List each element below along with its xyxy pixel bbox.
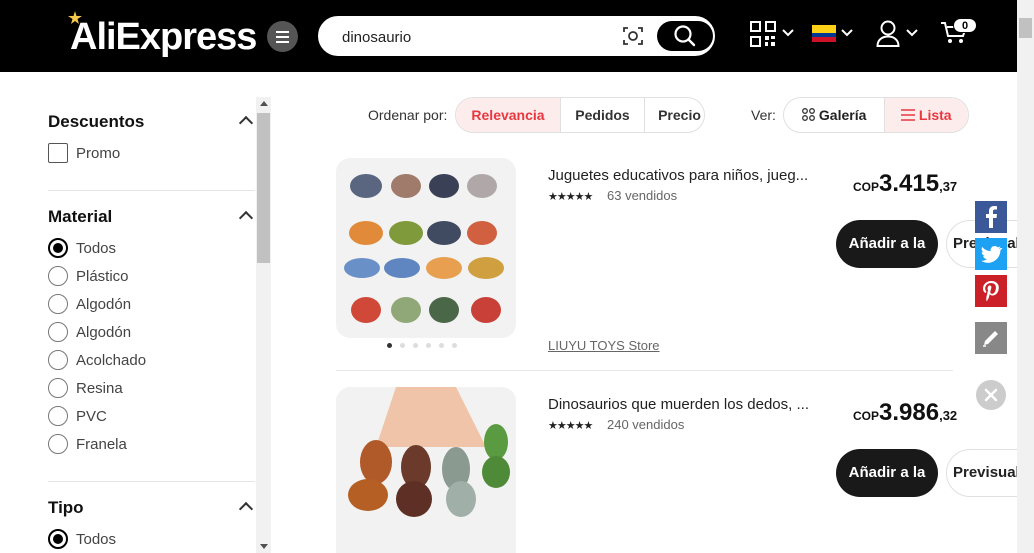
logo-text: AliExpress — [70, 16, 257, 58]
product-image[interactable] — [336, 158, 516, 338]
option-label[interactable]: Todos — [76, 531, 116, 548]
price-decimal: ,37 — [939, 179, 958, 194]
filter-title-material[interactable]: Material — [48, 207, 112, 227]
edit-share-button[interactable] — [975, 322, 1007, 354]
option-label[interactable]: Plástico — [76, 268, 129, 285]
scroll-thumb[interactable] — [257, 113, 270, 263]
material-radio[interactable] — [48, 378, 68, 398]
price-currency: COP — [853, 180, 880, 194]
view-lista[interactable]: Lista — [884, 98, 968, 132]
user-icon[interactable] — [876, 20, 900, 48]
search-input[interactable] — [342, 28, 602, 46]
material-radio[interactable] — [48, 406, 68, 426]
divider — [48, 190, 255, 191]
rating-stars: ★★★★★ — [548, 191, 593, 203]
sort-options: Relevancia Pedidos Precio — [455, 97, 705, 133]
cart-count-badge: 0 — [953, 18, 977, 33]
sort-precio[interactable]: Precio — [644, 98, 704, 132]
qr-code-icon[interactable] — [750, 21, 776, 47]
option-label[interactable]: Acolchado — [76, 352, 146, 369]
search-icon — [674, 25, 696, 47]
image-carousel-dots[interactable] — [387, 343, 465, 349]
chevron-down-icon[interactable] — [782, 29, 794, 37]
store-link[interactable]: LIUYU TOYS Store — [548, 338, 660, 353]
material-radio[interactable] — [48, 266, 68, 286]
option-label[interactable]: Todos — [76, 240, 116, 257]
finger-dinosaur-photo — [348, 387, 510, 517]
dinosaur-toys-photo — [344, 174, 504, 323]
filter-title-tipo[interactable]: Tipo — [48, 498, 84, 518]
list-icon — [901, 109, 915, 121]
search-bar — [318, 16, 715, 56]
material-radio[interactable] — [48, 350, 68, 370]
product-title[interactable]: Juguetes educativos para niños, jueg... — [548, 167, 808, 184]
product-title[interactable]: Dinosaurios que muerden los dedos, ... — [548, 396, 808, 413]
search-button[interactable] — [657, 21, 713, 51]
camera-search-icon[interactable] — [622, 26, 644, 46]
option-label[interactable]: PVC — [76, 408, 107, 425]
option-label[interactable]: Promo — [76, 145, 120, 162]
sidebar-scrollbar[interactable] — [256, 97, 271, 553]
material-radio[interactable] — [48, 238, 68, 258]
material-radio[interactable] — [48, 434, 68, 454]
product-image[interactable] — [336, 387, 516, 553]
grid-icon — [802, 108, 815, 121]
scroll-down-arrow[interactable] — [260, 544, 268, 549]
close-icon — [984, 388, 998, 402]
divider — [336, 370, 953, 371]
pinterest-share-button[interactable] — [975, 275, 1007, 307]
price-currency: COP — [853, 409, 880, 423]
price-decimal: ,32 — [939, 408, 958, 423]
price-integer: 3.986 — [879, 399, 940, 426]
edit-icon — [983, 331, 998, 347]
scroll-up-arrow[interactable] — [260, 101, 268, 106]
twitter-share-button[interactable] — [975, 238, 1007, 270]
facebook-icon — [986, 206, 997, 228]
menu-button[interactable] — [267, 21, 298, 52]
chevron-down-icon[interactable] — [906, 29, 918, 37]
facebook-share-button[interactable] — [975, 201, 1007, 233]
option-label[interactable]: Algodón — [76, 324, 131, 341]
option-label[interactable]: Franela — [76, 436, 127, 453]
close-share-button[interactable] — [976, 380, 1006, 410]
sort-label: Ordenar por: — [368, 107, 448, 123]
view-options: Galería Lista — [783, 97, 969, 133]
page-scroll-thumb[interactable] — [1019, 18, 1032, 38]
price-integer: 3.415 — [879, 170, 940, 197]
divider — [48, 481, 255, 482]
pinterest-icon — [983, 281, 999, 302]
sort-pedidos[interactable]: Pedidos — [560, 98, 644, 132]
colombia-flag-icon[interactable] — [812, 25, 836, 42]
option-label[interactable]: Algodón — [76, 296, 131, 313]
sold-count: 63 vendidos — [607, 188, 678, 203]
aliexpress-logo[interactable]: AliExpress — [68, 11, 257, 59]
sort-relevancia[interactable]: Relevancia — [456, 98, 560, 132]
filter-title-descuentos[interactable]: Descuentos — [48, 112, 144, 132]
material-radio[interactable] — [48, 294, 68, 314]
tipo-radio[interactable] — [48, 529, 68, 549]
product-price: COP3.986,32 — [853, 399, 957, 427]
logo-star-icon — [68, 11, 82, 24]
add-to-cart-button[interactable]: Añadir a la — [836, 449, 938, 497]
product-price: COP3.415,37 — [853, 170, 957, 198]
add-to-cart-button[interactable]: Añadir a la — [836, 220, 938, 268]
top-header: AliExpress 0 — [0, 0, 1034, 72]
material-radio[interactable] — [48, 322, 68, 342]
twitter-icon — [981, 246, 1003, 263]
view-lista-label: Lista — [918, 107, 952, 123]
chevron-down-icon[interactable] — [841, 29, 853, 37]
option-label[interactable]: Resina — [76, 380, 123, 397]
view-galeria[interactable]: Galería — [784, 98, 884, 132]
promo-checkbox[interactable] — [48, 143, 68, 163]
page-scrollbar[interactable] — [1017, 0, 1034, 553]
view-galeria-label: Galería — [818, 107, 867, 123]
rating-stars: ★★★★★ — [548, 420, 593, 432]
sold-count: 240 vendidos — [607, 417, 685, 432]
view-label: Ver: — [751, 107, 776, 123]
